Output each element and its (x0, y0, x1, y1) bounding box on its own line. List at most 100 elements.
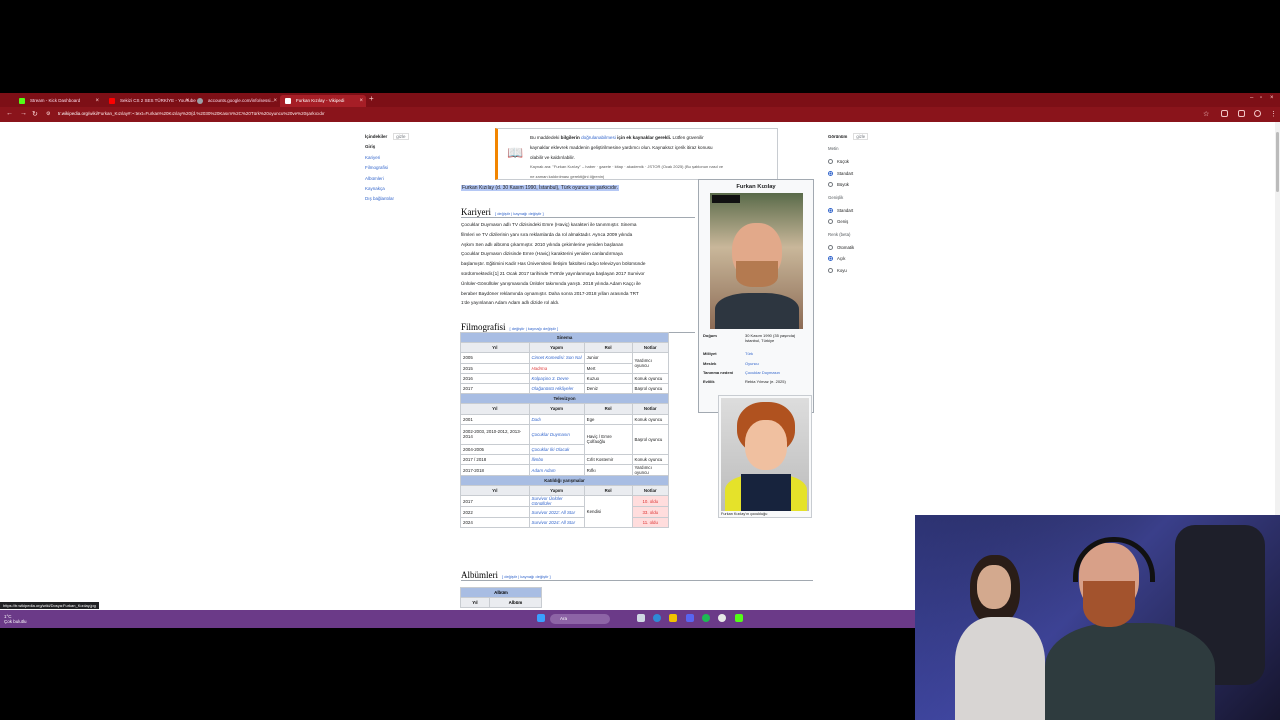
notice-line: olabilir ve kaldırılabilir. (530, 154, 575, 160)
col-header: Yapım (528, 403, 585, 415)
childhood-photo[interactable] (721, 398, 809, 511)
radio-icon (828, 219, 833, 225)
infobox-key: Doğum (703, 333, 717, 338)
weather-widget[interactable]: 1°C Çok bulutlu (4, 614, 27, 624)
radio-width-wide[interactable]: Geniş (828, 216, 908, 228)
cell-title-link[interactable]: Olağanüstü Hikâyeler (528, 382, 585, 395)
toc-item-giris[interactable]: Giriş (365, 144, 455, 154)
extensions-icon[interactable] (1221, 110, 1228, 117)
youtube-icon (109, 98, 115, 104)
cell-year: 2017 / 2018 (460, 453, 530, 466)
col-header: Notlar (631, 485, 670, 497)
cell-placement: 11. oldu (631, 516, 670, 528)
taskbar-search[interactable]: Ara (550, 614, 610, 624)
col-header: Yapım (528, 485, 585, 497)
toc-item-albumleri[interactable]: Albümleri (365, 176, 455, 186)
edge-icon[interactable] (653, 614, 661, 622)
col-header: Notlar (631, 342, 670, 354)
portrait-photo[interactable] (710, 193, 803, 329)
start-icon[interactable] (537, 614, 545, 622)
radio-color-dark[interactable]: Koyu (828, 265, 908, 277)
discord-icon[interactable] (686, 614, 694, 622)
site-info-icon[interactable]: ⚙ (46, 111, 50, 117)
minimize-icon[interactable]: – (1250, 95, 1253, 101)
cell-title-link[interactable]: Survivor 2022: All Star (528, 506, 585, 518)
edit-section-links[interactable]: [ değiştir | kaynağı değiştir ] (502, 574, 551, 579)
google-icon (197, 98, 203, 104)
cell-title-link[interactable]: Dadı (528, 413, 585, 425)
appearance-hide-button[interactable]: gizle (853, 133, 869, 140)
radio-label: Büyük (837, 182, 849, 188)
cell-title-link[interactable]: Çocuklar İki Olacak (528, 443, 585, 455)
cell-title-link[interactable]: Cinnet Komedisi: Son Nal (528, 352, 585, 364)
scrollbar-thumb[interactable] (1276, 132, 1279, 192)
toc-hide-button[interactable]: gizle (393, 133, 409, 140)
radio-label: Standart (837, 207, 854, 213)
back-icon[interactable]: ← (6, 110, 13, 117)
table-section-title: Katıldığı yarışmalar (460, 475, 669, 487)
close-icon[interactable]: × (185, 95, 189, 107)
cell-placement: 10. oldu (631, 495, 670, 508)
toc-item-dis-baglantilar[interactable]: Dış bağlantılar (365, 196, 455, 206)
photo-background-element (712, 195, 740, 203)
table-of-contents: İçindekiler gizle Giriş Kariyeri Filmogra… (365, 133, 455, 207)
weather-desc: Çok bulutlu (4, 619, 27, 624)
cell-title-link[interactable]: Kolpaçino 3. Devre (528, 372, 585, 384)
spotify-icon[interactable] (702, 614, 710, 622)
close-icon[interactable]: × (273, 95, 277, 107)
reload-icon[interactable]: ↻ (32, 110, 38, 118)
tab-label: accounts.google.com/info/sessi... (208, 98, 275, 103)
tab-kick[interactable]: Stream - Kick Dashboard × (14, 95, 102, 107)
radio-color-light[interactable]: Açık (828, 253, 908, 265)
radio-width-standard[interactable]: Standart (828, 205, 908, 217)
radio-text-small[interactable]: Küçük (828, 156, 908, 168)
forward-icon[interactable]: → (20, 110, 27, 117)
cell-title-link[interactable]: Adam Adam (528, 464, 585, 477)
infobox-row-birth: Doğum 30 Kasım 1990 (35 yaşında) İstanbul… (703, 333, 809, 343)
radio-text-large[interactable]: Büyük (828, 179, 908, 191)
childhood-photo-thumb[interactable]: Furkan Kızılay'ın çocukluğu (718, 395, 812, 518)
infobox-value[interactable]: Çocuklar Duymasın (745, 370, 780, 375)
url-field[interactable]: tr.wikipedia.org/wiki/Furkan_Kızılay#:~:… (58, 111, 325, 116)
cell-title-link[interactable]: Survivor Ünlüler Gönüllüler (528, 495, 585, 508)
cell-title-link[interactable]: Çocuklar Duymasın (528, 423, 585, 445)
radio-label: Küçük (837, 159, 849, 165)
edit-section-links[interactable]: [ değiştir | kaynağı değiştir ] (495, 211, 544, 216)
infobox-title: Furkan Kızılay (736, 184, 776, 190)
new-tab-button[interactable]: + (369, 94, 374, 103)
tab-youtube[interactable]: Sekizi CS 2 SES TÜRKİYE - YouTube × (104, 95, 196, 107)
infobox-value[interactable]: Oyuncu (745, 361, 759, 366)
toc-item-kariyeri[interactable]: Kariyeri (365, 155, 455, 165)
chrome-icon[interactable] (718, 614, 726, 622)
bookmark-star-icon[interactable]: ☆ (1203, 110, 1209, 118)
width-label: Genişlik (828, 194, 844, 200)
file-explorer-icon[interactable] (669, 614, 677, 622)
radio-text-standard[interactable]: Standart (828, 168, 908, 180)
cell-title-link[interactable]: Hadrma (528, 362, 585, 374)
tab-google-accounts[interactable]: accounts.google.com/info/sessi... × (192, 95, 280, 107)
close-icon[interactable]: × (95, 95, 99, 107)
person-face (977, 565, 1011, 609)
edit-section-links[interactable]: [ değiştir | kaynağı değiştir ] (510, 326, 559, 331)
table-row: 2001 Dadı Ege Konuk oyuncu (460, 413, 670, 425)
toc-item-filmografisi[interactable]: Filmografisi (365, 165, 455, 175)
profile-icon[interactable] (1254, 110, 1261, 117)
menu-icon[interactable]: ⋮ (1270, 110, 1277, 118)
cell-notes: Konuk oyuncu (631, 413, 670, 425)
col-header: Yıl (460, 342, 530, 354)
toc-item-kaynakca[interactable]: Kaynakça (365, 186, 455, 196)
close-window-icon[interactable]: × (1270, 95, 1274, 101)
maximize-icon[interactable]: ▫ (1260, 95, 1262, 101)
cell-title-link[interactable]: Survivor 2024: All Star (528, 516, 585, 528)
tab-wikipedia[interactable]: Furkan Kızılay - Vikipedi × (280, 95, 366, 107)
infobox-value[interactable]: Türk (745, 351, 753, 356)
cell-title-link[interactable]: İlimbo (528, 453, 585, 466)
close-icon[interactable]: × (359, 95, 363, 107)
radio-color-auto[interactable]: Otomatik (828, 242, 908, 254)
heading-text: Filmografisi (461, 322, 506, 332)
task-view-icon[interactable] (637, 614, 645, 622)
toc-header: İçindekiler gizle (365, 133, 455, 144)
downloads-icon[interactable] (1238, 110, 1245, 117)
app-icon[interactable] (735, 614, 743, 622)
verifiability-link[interactable]: doğrulanabilmesi (581, 135, 616, 140)
